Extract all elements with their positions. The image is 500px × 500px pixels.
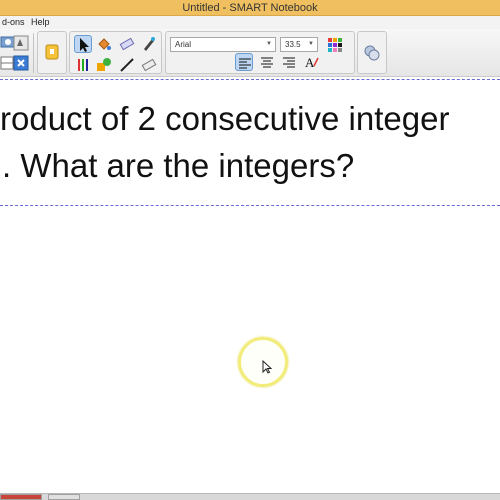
activity-builder-group xyxy=(37,31,67,74)
tools-group xyxy=(69,31,162,74)
align-right-icon[interactable] xyxy=(280,53,298,71)
fill-icon[interactable] xyxy=(95,35,113,53)
svg-text:A: A xyxy=(305,55,315,70)
text-style-icon[interactable]: A xyxy=(303,53,321,71)
font-size-select[interactable]: 33.5 ▼ xyxy=(280,37,318,52)
chevron-down-icon: ▼ xyxy=(308,41,314,47)
question-line-1[interactable]: roduct of 2 consecutive integer xyxy=(0,100,449,138)
page-guide-bottom xyxy=(0,205,500,206)
menu-bar: d-ons Help xyxy=(0,16,500,29)
menu-addons[interactable]: d-ons xyxy=(2,16,25,29)
eraser-icon[interactable] xyxy=(118,35,136,53)
page-tab[interactable] xyxy=(48,494,80,500)
menu-help[interactable]: Help xyxy=(31,16,50,29)
page-tab-active[interactable] xyxy=(0,494,42,500)
shapes-icon[interactable] xyxy=(95,56,113,74)
properties-icon[interactable] xyxy=(363,44,381,62)
toolbar-separator xyxy=(33,33,34,73)
chevron-down-icon: ▼ xyxy=(266,41,272,47)
font-family-select[interactable]: Arial ▼ xyxy=(170,37,276,52)
mouse-pointer-icon xyxy=(262,360,272,374)
close-icon[interactable] xyxy=(12,54,30,72)
page-canvas[interactable]: roduct of 2 consecutive integer . What a… xyxy=(0,78,500,496)
color-palette-icon[interactable] xyxy=(326,36,344,54)
text-eraser-icon[interactable] xyxy=(140,56,158,74)
question-line-2[interactable]: . What are the integers? xyxy=(2,147,354,185)
title-bar: Untitled - SMART Notebook xyxy=(0,0,500,16)
line-tool-icon[interactable] xyxy=(118,56,136,74)
window-title: Untitled - SMART Notebook xyxy=(182,2,318,14)
font-size-value: 33.5 xyxy=(285,40,301,49)
toolbar: Arial ▼ 33.5 ▼ B I U xyxy=(0,29,500,97)
page-guide-top xyxy=(0,79,500,80)
align-center-icon[interactable] xyxy=(258,53,276,71)
notebook-icon[interactable] xyxy=(43,43,61,61)
align-left-icon[interactable] xyxy=(235,53,253,71)
recorder-icon[interactable] xyxy=(12,34,30,52)
magic-pen-icon[interactable] xyxy=(140,35,158,53)
smart-notebook-window: Untitled - SMART Notebook d-ons Help Ari… xyxy=(0,0,500,500)
pens-icon[interactable] xyxy=(74,56,92,74)
properties-group xyxy=(357,31,387,74)
select-pointer-icon[interactable] xyxy=(74,35,92,53)
font-family-value: Arial xyxy=(175,40,192,49)
